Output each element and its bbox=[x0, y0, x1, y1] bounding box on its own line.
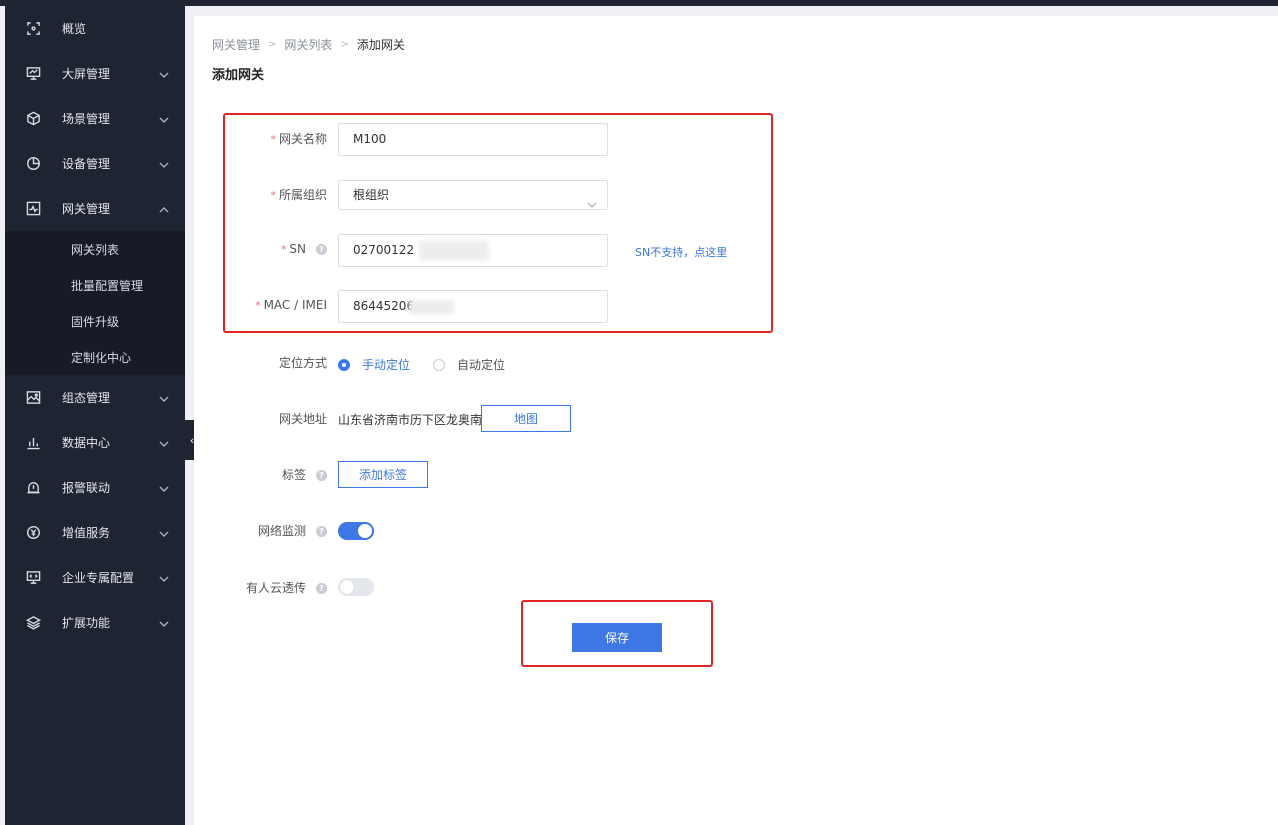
map-button[interactable]: 地图 bbox=[481, 405, 571, 432]
sidebar-subitem-custom-center[interactable]: 定制化中心 bbox=[5, 339, 185, 375]
sidebar-item-label: 企业专属配置 bbox=[62, 571, 135, 585]
chevron-down-icon bbox=[159, 393, 169, 403]
sidebar-subitem-firmware-upgrade[interactable]: 固件升级 bbox=[5, 303, 185, 339]
cube-icon bbox=[25, 111, 41, 127]
help-icon[interactable]: ? bbox=[316, 470, 327, 481]
sidebar-item-value-added[interactable]: 增值服务 bbox=[5, 510, 185, 555]
cloud-transparent-switch[interactable] bbox=[338, 578, 374, 596]
highlight-box-required-fields bbox=[223, 113, 773, 333]
chevron-right-icon: > bbox=[340, 39, 349, 50]
bar-chart-icon bbox=[25, 435, 41, 451]
chevron-down-icon bbox=[159, 573, 169, 583]
sidebar-item-label: 设备管理 bbox=[62, 157, 111, 171]
radio-dot bbox=[338, 358, 350, 371]
highlight-box-save bbox=[521, 600, 713, 667]
location-auto-radio[interactable]: 自动定位 bbox=[433, 356, 505, 373]
chevron-down-icon bbox=[159, 618, 169, 628]
monitor-icon bbox=[25, 66, 41, 82]
top-bar bbox=[0, 0, 1278, 6]
gateway-address-value: 山东省济南市历下区龙奥南路 bbox=[338, 413, 495, 427]
sidebar-item-data-center[interactable]: 数据中心 bbox=[5, 420, 185, 465]
sidebar-item-device[interactable]: 设备管理 bbox=[5, 141, 185, 186]
chevron-right-icon: > bbox=[268, 39, 277, 50]
sidebar-item-scene[interactable]: 场景管理 bbox=[5, 96, 185, 141]
location-manual-radio[interactable]: 手动定位 bbox=[338, 356, 410, 373]
sidebar-item-alarm[interactable]: 报警联动 bbox=[5, 465, 185, 510]
sidebar-item-screen[interactable]: 大屏管理 bbox=[5, 51, 185, 96]
gateway-icon bbox=[25, 201, 41, 217]
chevron-down-icon bbox=[159, 483, 169, 493]
tags-label: 标签? bbox=[187, 466, 327, 483]
add-tag-button[interactable]: 添加标签 bbox=[338, 461, 428, 488]
pie-chart-icon bbox=[25, 156, 41, 172]
breadcrumb: 网关管理 > 网关列表 > 添加网关 bbox=[212, 36, 405, 53]
help-icon[interactable]: ? bbox=[316, 583, 327, 594]
network-monitor-label: 网络监测? bbox=[187, 522, 327, 539]
cloud-transparent-label: 有人云透传? bbox=[187, 579, 327, 596]
chevron-up-icon bbox=[159, 204, 169, 214]
sidebar-item-extensions[interactable]: 扩展功能 bbox=[5, 600, 185, 645]
help-icon[interactable]: ? bbox=[316, 526, 327, 537]
sidebar-item-label: 组态管理 bbox=[62, 391, 111, 405]
sidebar-item-label: 报警联动 bbox=[62, 481, 111, 495]
sidebar-subitem-batch-config[interactable]: 批量配置管理 bbox=[5, 267, 185, 303]
page-title: 添加网关 bbox=[212, 68, 265, 83]
chevron-down-icon bbox=[159, 69, 169, 79]
network-monitor-switch[interactable] bbox=[338, 522, 374, 540]
breadcrumb-current: 添加网关 bbox=[356, 38, 405, 52]
sidebar-item-configuration[interactable]: 组态管理 bbox=[5, 375, 185, 420]
main-content: 网关管理 > 网关列表 > 添加网关 添加网关 * 网关名称 M100 * 所属组织… bbox=[194, 16, 1278, 825]
gateway-submenu: 网关列表 批量配置管理 固件升级 定制化中心 bbox=[5, 231, 185, 375]
chevron-down-icon bbox=[159, 528, 169, 538]
sidebar-item-label: 增值服务 bbox=[62, 526, 111, 540]
sidebar-item-enterprise[interactable]: 企业专属配置 bbox=[5, 555, 185, 600]
sidebar-item-gateway[interactable]: 网关管理 bbox=[5, 186, 185, 231]
code-monitor-icon bbox=[25, 570, 41, 586]
sidebar-item-label: 大屏管理 bbox=[62, 67, 111, 81]
sidebar-item-label: 数据中心 bbox=[62, 436, 111, 450]
layers-icon bbox=[25, 615, 41, 631]
sidebar-item-label: 概览 bbox=[62, 22, 87, 36]
switch-knob bbox=[358, 524, 372, 538]
chevron-down-icon bbox=[159, 114, 169, 124]
breadcrumb-gateway-list[interactable]: 网关列表 bbox=[284, 36, 332, 53]
switch-knob bbox=[340, 580, 354, 594]
sidebar-item-label: 网关管理 bbox=[62, 202, 111, 216]
sidebar-item-label: 场景管理 bbox=[62, 112, 111, 126]
image-icon bbox=[25, 390, 41, 406]
sidebar-item-overview[interactable]: 概览 bbox=[5, 6, 185, 51]
sidebar-item-label: 扩展功能 bbox=[62, 616, 111, 630]
breadcrumb-gateway-management[interactable]: 网关管理 bbox=[212, 36, 260, 53]
alarm-icon bbox=[25, 480, 41, 496]
sidebar: 概览 大屏管理 场景管理 设备管理 网关管理 网关列表 批量配置管理 固件升级 … bbox=[5, 6, 185, 825]
overview-icon bbox=[25, 21, 41, 37]
coin-icon bbox=[25, 525, 41, 541]
gateway-address-label: 网关地址 bbox=[278, 412, 327, 426]
location-method-label: 定位方式 bbox=[278, 356, 327, 370]
chevron-down-icon bbox=[159, 159, 169, 169]
chevron-down-icon bbox=[159, 438, 169, 448]
sidebar-subitem-gateway-list[interactable]: 网关列表 bbox=[5, 231, 185, 267]
radio-dot bbox=[433, 358, 445, 371]
